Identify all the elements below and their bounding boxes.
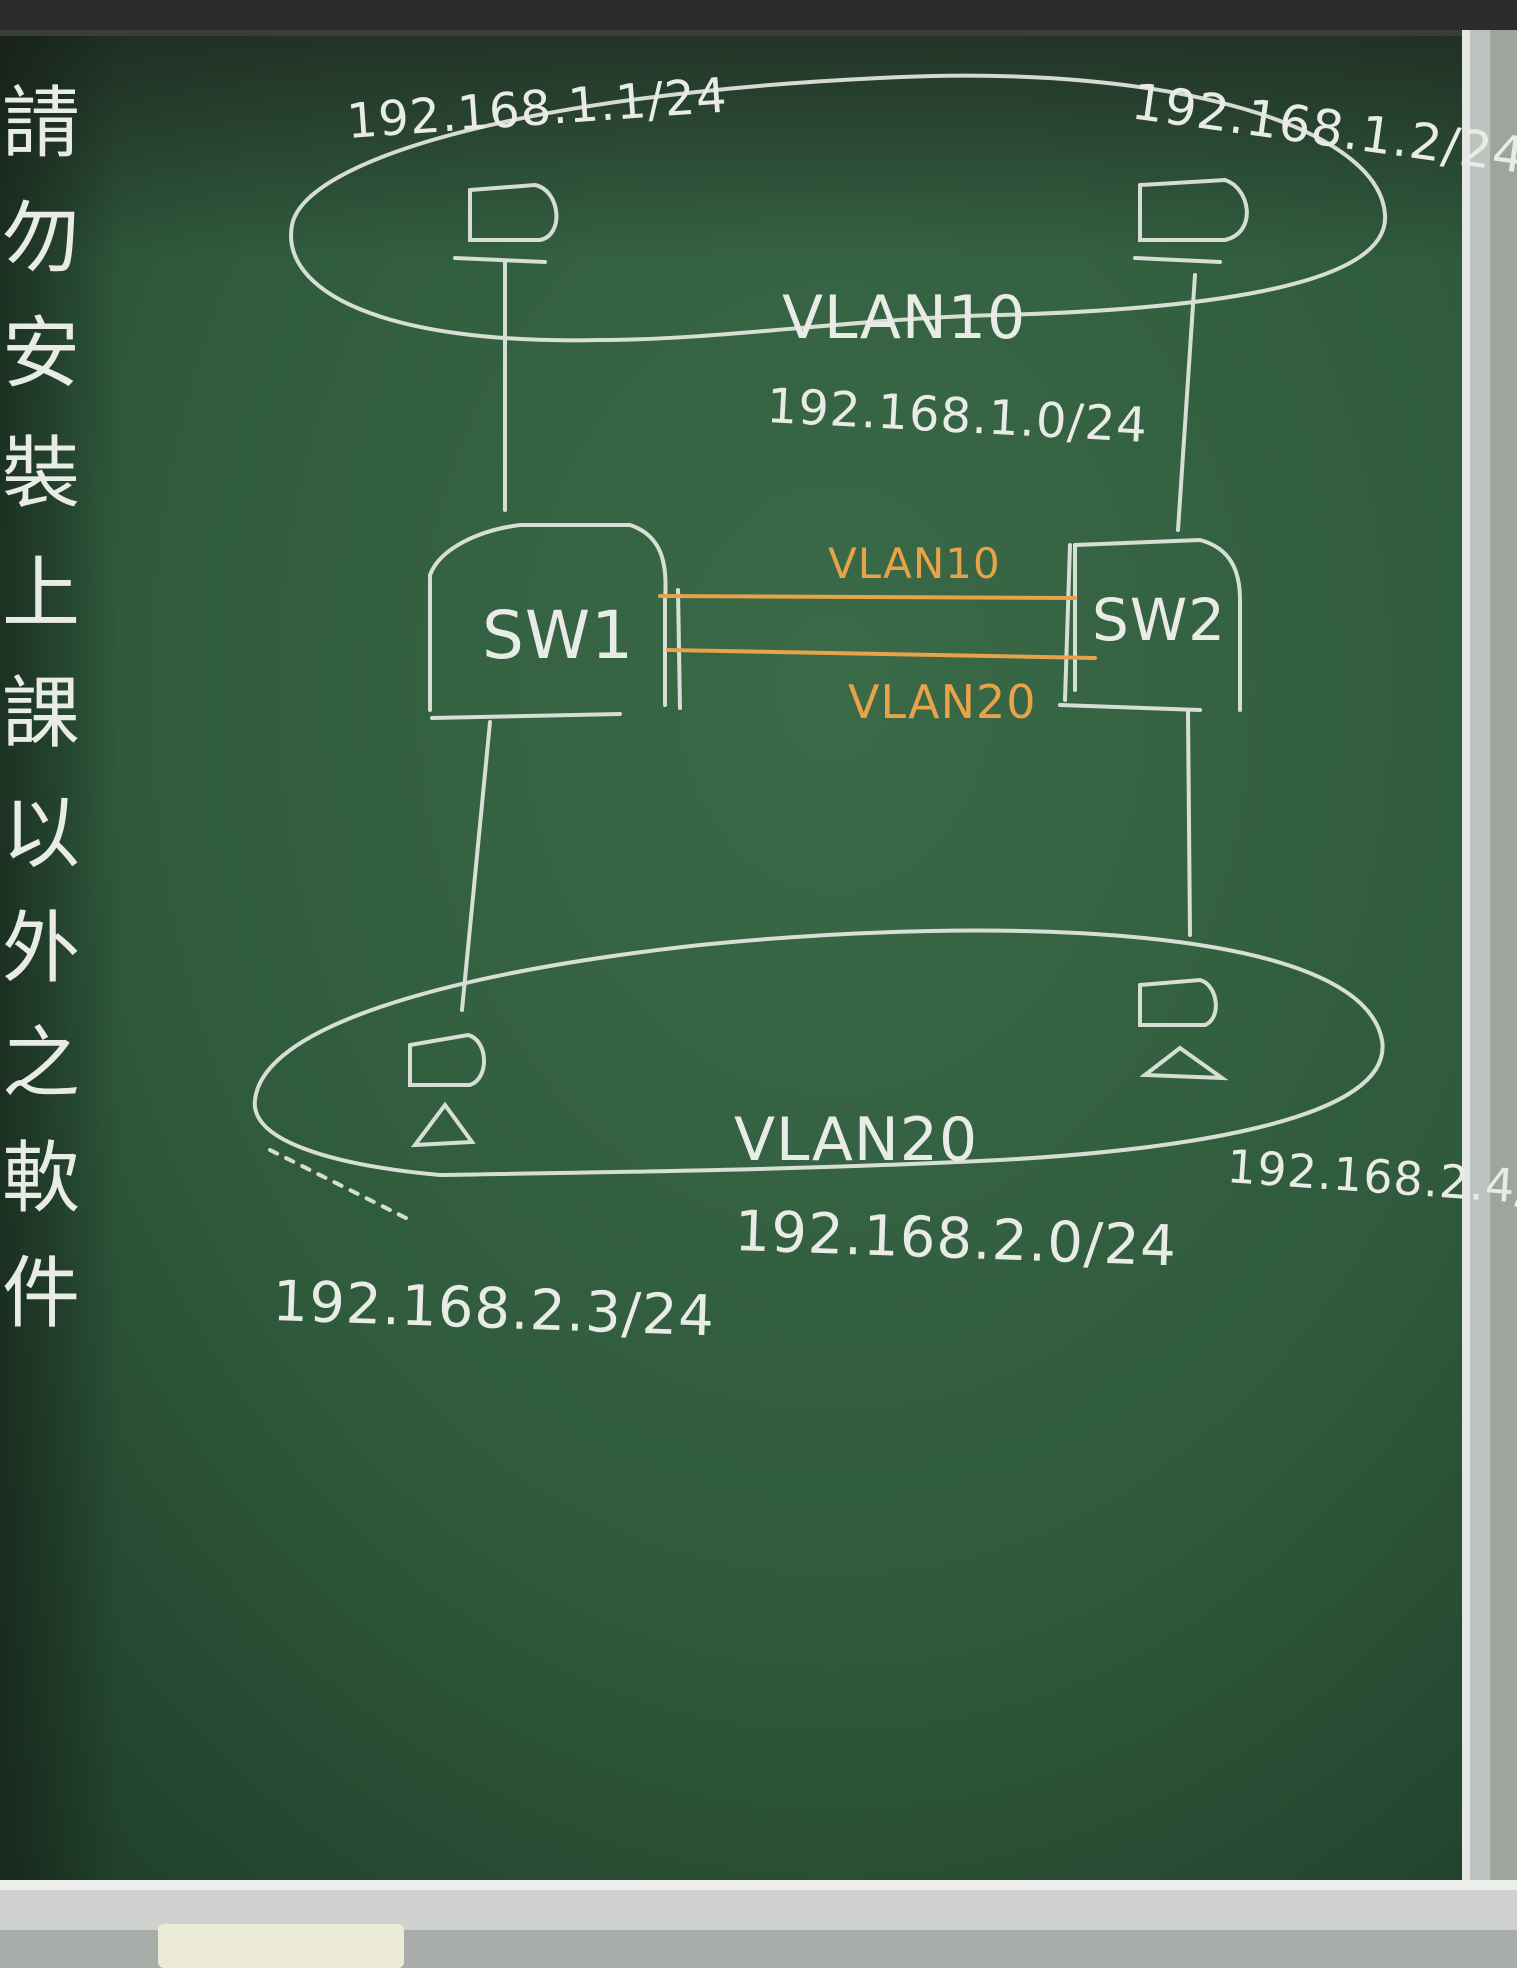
side-note-char: 勿 bbox=[2, 194, 80, 284]
side-note-char: 請 bbox=[2, 79, 80, 169]
top-rail bbox=[0, 0, 1517, 34]
side-note-char: 件 bbox=[2, 1249, 80, 1339]
switch-sw1-label: SW1 bbox=[482, 597, 634, 674]
side-note-char: 以 bbox=[2, 789, 80, 879]
side-note: 請 勿 安 裝 上 課 以 外 之 軟 件 bbox=[2, 79, 80, 1339]
side-note-char: 上 bbox=[2, 549, 80, 639]
chalk-eraser bbox=[158, 1924, 404, 1968]
side-note-char: 軟 bbox=[2, 1134, 80, 1224]
side-note-char: 之 bbox=[2, 1019, 80, 1109]
side-note-char: 裝 bbox=[2, 429, 80, 519]
vlan10-label: VLAN10 bbox=[782, 283, 1026, 353]
side-note-char: 課 bbox=[2, 669, 80, 759]
vlan20-label: VLAN20 bbox=[734, 1105, 978, 1175]
side-note-char: 安 bbox=[2, 309, 80, 399]
chalkboard: 192.168.1.1/24 192.168.1.2/24 VLAN10 192… bbox=[0, 0, 1517, 1968]
board-surface bbox=[0, 0, 1517, 1968]
side-note-char: 外 bbox=[2, 904, 80, 994]
trunk-link-vlan10 bbox=[658, 594, 1077, 600]
trunk-vlan10-label: VLAN10 bbox=[828, 539, 1001, 588]
trunk-vlan20-label: VLAN20 bbox=[848, 675, 1037, 729]
switch-sw2-label: SW2 bbox=[1092, 586, 1226, 654]
